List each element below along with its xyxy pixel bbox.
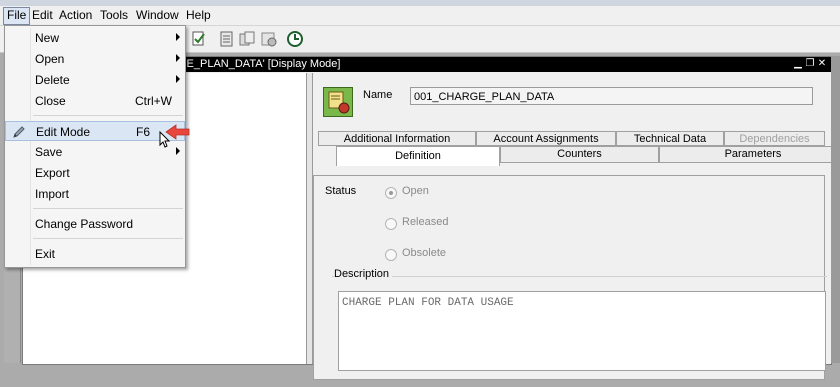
menu-item-label: Save bbox=[35, 145, 63, 159]
tab-dependencies: Dependencies bbox=[724, 131, 825, 146]
tab-additional-information[interactable]: Additional Information bbox=[318, 131, 476, 146]
copy-icon[interactable] bbox=[238, 30, 256, 48]
minimize-icon[interactable]: ▁ bbox=[793, 59, 803, 69]
properties-icon[interactable] bbox=[260, 30, 278, 48]
menu-item-label: Change Password bbox=[35, 217, 134, 231]
menu-help[interactable]: Help bbox=[183, 7, 214, 23]
inner-window-title: GE_PLAN_DATA' [Display Mode] bbox=[178, 58, 341, 70]
menu-tools[interactable]: Tools bbox=[97, 7, 131, 23]
menu-window[interactable]: Window bbox=[133, 7, 182, 23]
status-open-label: Open bbox=[402, 185, 429, 197]
menu-item-label: Edit Mode bbox=[36, 125, 91, 139]
definition-panel: Status Open Released Obsolete Descriptio… bbox=[313, 175, 827, 380]
status-released-radio bbox=[385, 218, 397, 230]
menu-file[interactable]: File bbox=[3, 7, 31, 25]
status-open-radio bbox=[385, 187, 397, 199]
tab-technical-data[interactable]: Technical Data bbox=[616, 131, 724, 146]
submenu-arrow-icon bbox=[176, 75, 180, 83]
menu-item-label: Open bbox=[35, 52, 65, 66]
menu-item-open[interactable]: Open bbox=[5, 49, 185, 69]
menu-item-new[interactable]: New bbox=[5, 28, 185, 48]
right-border bbox=[831, 56, 840, 363]
charge-plan-object-icon bbox=[323, 87, 353, 117]
menu-item-label: Import bbox=[35, 187, 70, 201]
menu-action[interactable]: Action bbox=[56, 7, 95, 23]
description-textarea[interactable]: CHARGE PLAN FOR DATA USAGE bbox=[338, 291, 826, 371]
restore-icon[interactable]: ❐ bbox=[805, 59, 815, 69]
menu-item-import[interactable]: Import bbox=[5, 184, 185, 204]
menu-separator bbox=[33, 208, 183, 209]
menu-item-label: Exit bbox=[35, 247, 56, 261]
tab-account-assignments[interactable]: Account Assignments bbox=[476, 131, 616, 146]
validate-icon[interactable] bbox=[190, 30, 208, 48]
status-obsolete-radio bbox=[385, 249, 397, 261]
menu-item-close[interactable]: Close Ctrl+W bbox=[5, 91, 185, 111]
menu-item-label: Export bbox=[35, 166, 70, 180]
tab-counters[interactable]: Counters bbox=[500, 146, 659, 163]
menu-item-delete[interactable]: Delete bbox=[5, 70, 185, 90]
menu-separator bbox=[33, 115, 183, 116]
document-icon[interactable] bbox=[218, 30, 236, 48]
menu-item-export[interactable]: Export bbox=[5, 163, 185, 183]
submenu-arrow-icon bbox=[176, 147, 180, 155]
history-icon[interactable] bbox=[286, 30, 304, 48]
menu-item-exit[interactable]: Exit bbox=[5, 244, 185, 264]
menu-item-change-password[interactable]: Change Password bbox=[5, 214, 185, 234]
menu-bar: File Edit Action Tools Window Help bbox=[0, 6, 840, 26]
menu-separator bbox=[33, 238, 183, 239]
close-icon[interactable]: ✕ bbox=[817, 59, 827, 69]
menu-item-save[interactable]: Save bbox=[5, 142, 185, 162]
menu-edit[interactable]: Edit bbox=[29, 7, 56, 23]
menu-item-shortcut: Ctrl+W bbox=[135, 94, 172, 108]
menu-item-label: New bbox=[35, 31, 60, 45]
name-label: Name bbox=[363, 89, 393, 101]
mouse-cursor-icon bbox=[159, 131, 171, 148]
properties-pane: Name 001_CHARGE_PLAN_DATA Additional Inf… bbox=[313, 73, 840, 380]
name-field[interactable]: 001_CHARGE_PLAN_DATA bbox=[410, 87, 813, 105]
description-group: Description CHARGE PLAN FOR DATA USAGE bbox=[332, 268, 827, 387]
submenu-arrow-icon bbox=[176, 33, 180, 41]
submenu-arrow-icon bbox=[176, 54, 180, 62]
menu-item-shortcut: F6 bbox=[136, 125, 151, 139]
tab-parameters[interactable]: Parameters bbox=[659, 146, 840, 163]
status-obsolete-label: Obsolete bbox=[402, 247, 447, 259]
menu-item-label: Close bbox=[35, 94, 66, 108]
menu-item-edit-mode[interactable]: Edit Mode F6 bbox=[5, 121, 185, 141]
status-released-label: Released bbox=[402, 216, 449, 228]
pencil-icon bbox=[13, 126, 25, 138]
status-label: Status bbox=[325, 185, 357, 197]
tab-definition[interactable]: Definition bbox=[336, 146, 500, 166]
description-label: Description bbox=[334, 268, 393, 280]
menu-item-label: Delete bbox=[35, 73, 70, 87]
